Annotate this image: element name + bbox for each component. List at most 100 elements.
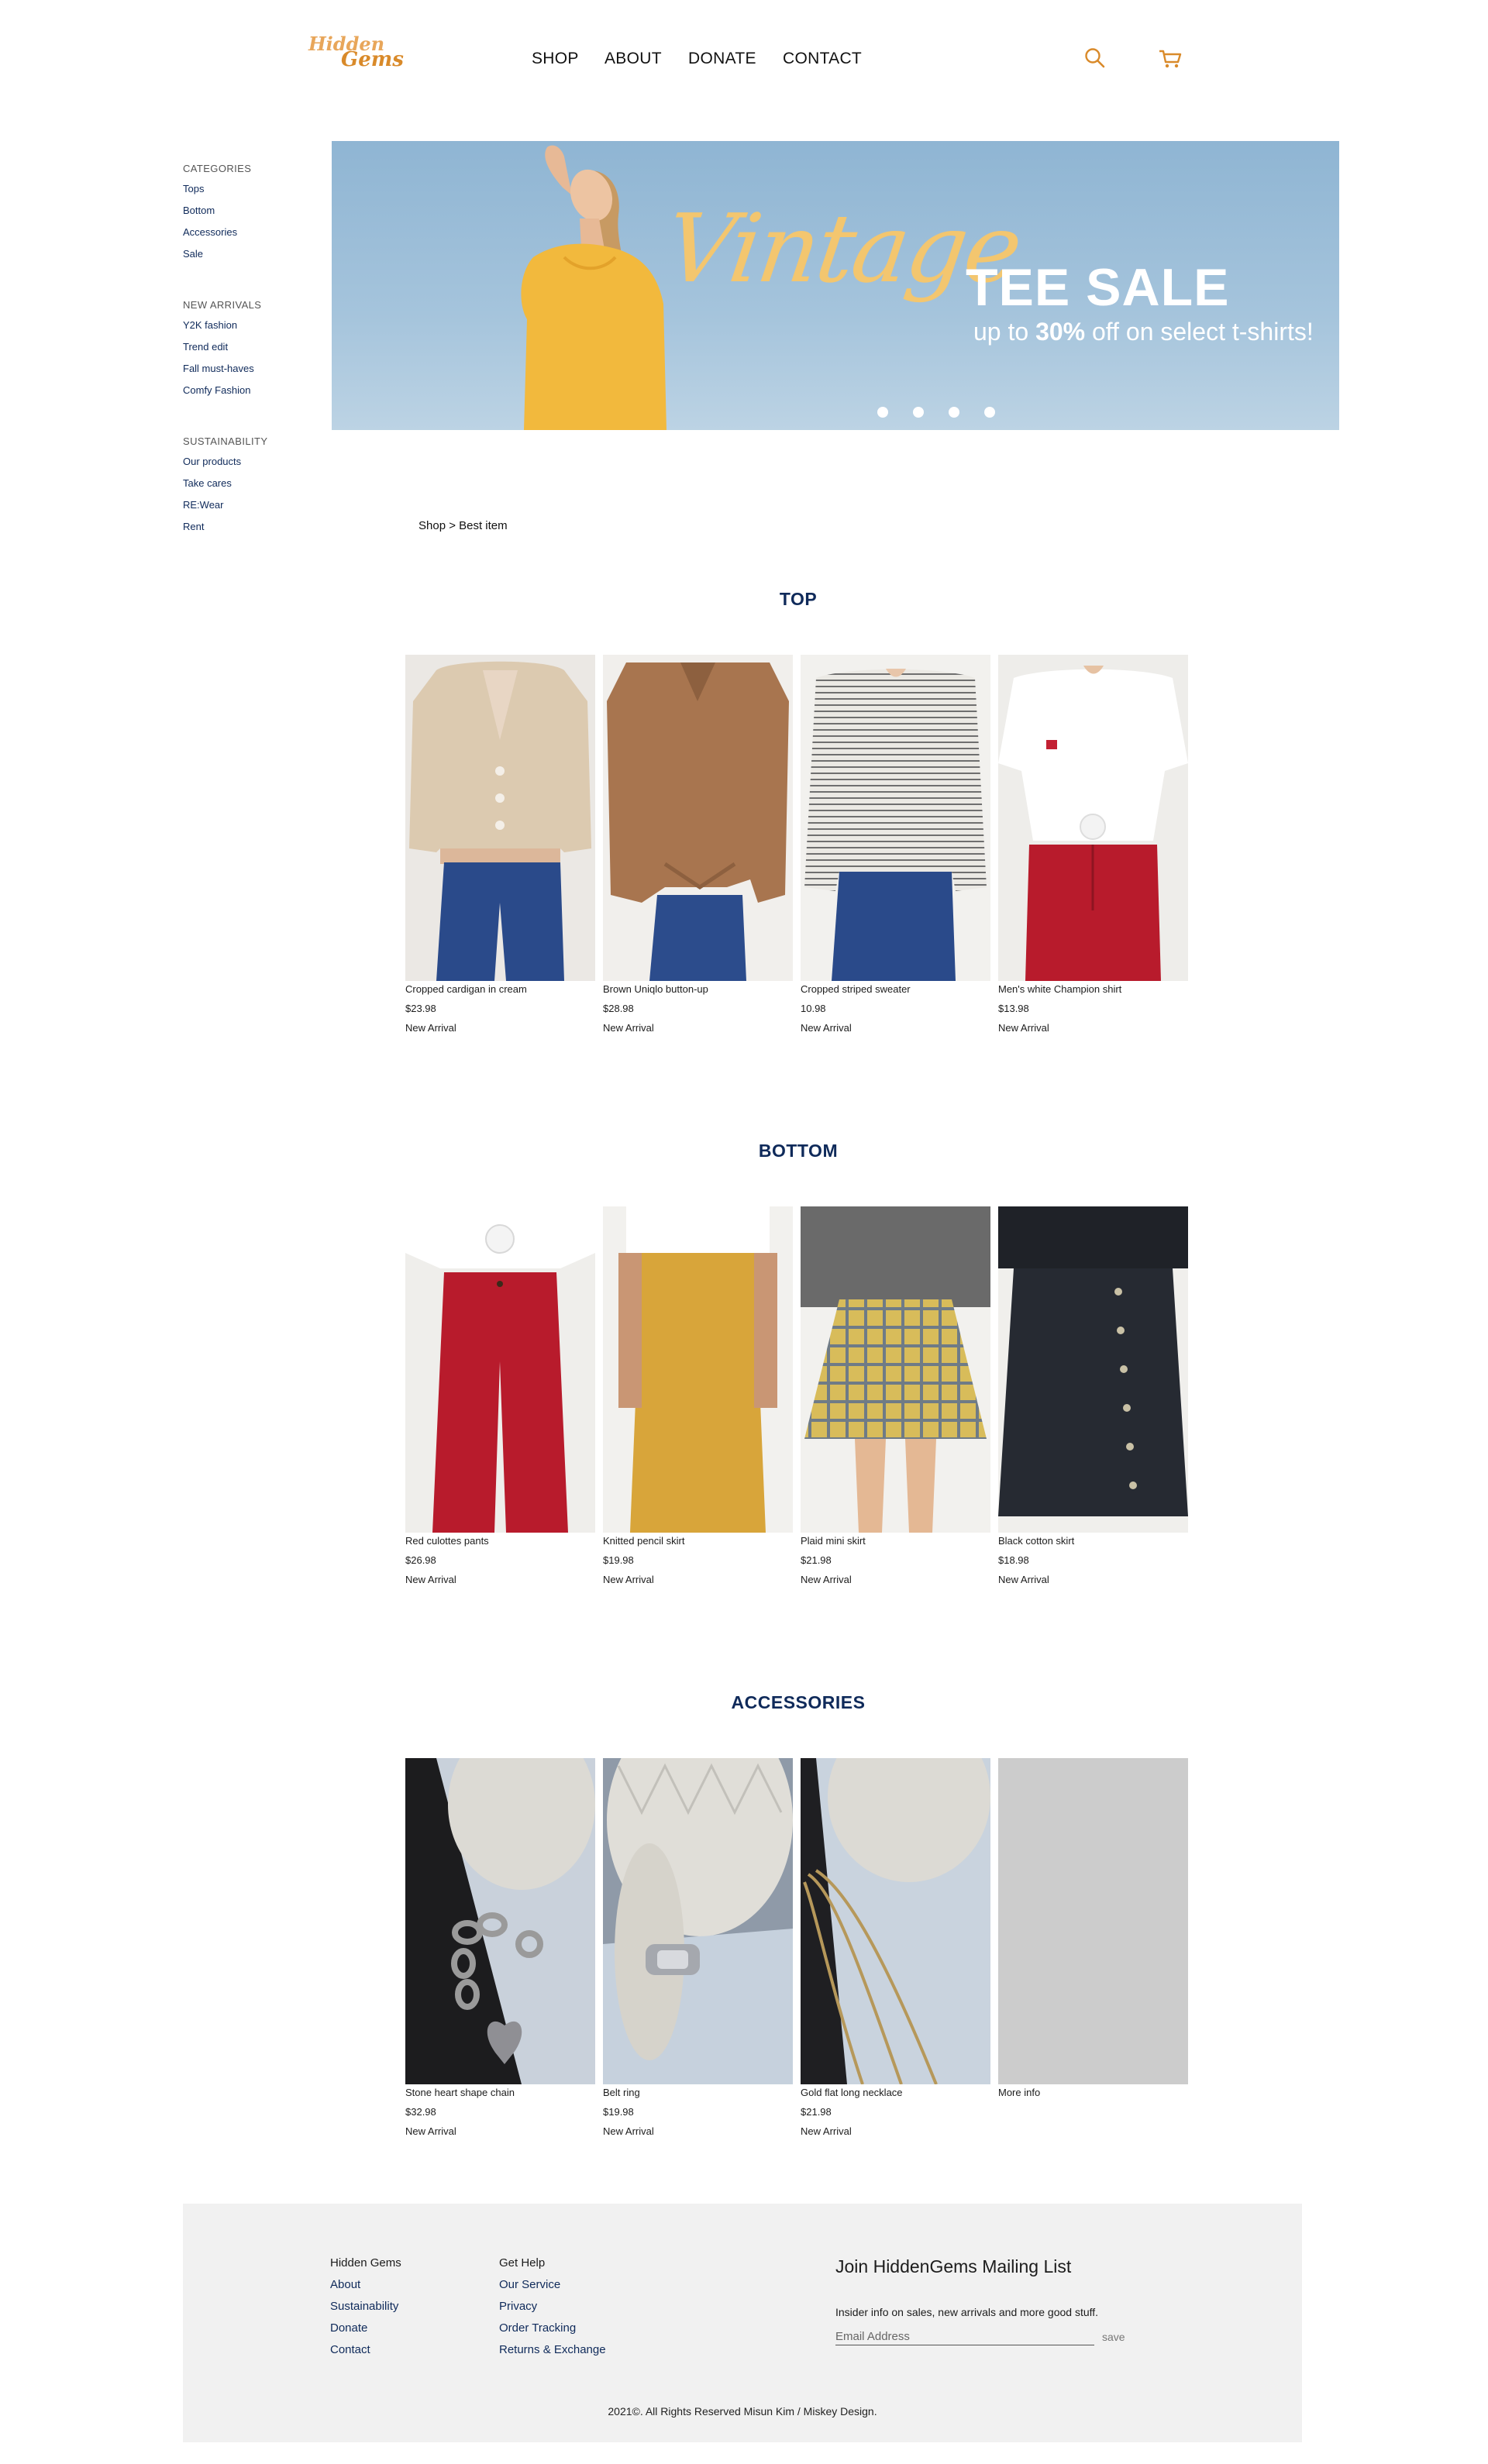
save-button[interactable]: save [1102, 2331, 1125, 2343]
nav-contact[interactable]: CONTACT [783, 50, 862, 68]
product-name[interactable]: Gold flat long necklace [801, 2087, 903, 2098]
product-image[interactable] [603, 1758, 793, 2084]
product-image[interactable] [603, 1206, 793, 1533]
product-image[interactable] [603, 655, 793, 981]
section-title-accessories: ACCESSORIES [731, 1692, 866, 1712]
carousel-dot-1[interactable] [877, 407, 888, 418]
banner-subtitle: up to 30% off on select t-shirts! [973, 318, 1314, 346]
product-price: $18.98 [998, 1554, 1029, 1566]
sidebar-sustainability: SUSTAINABILITY Our products Take cares R… [183, 435, 307, 542]
product-tag: New Arrival [603, 2125, 654, 2137]
product-name[interactable]: Black cotton skirt [998, 1535, 1074, 1547]
logo[interactable]: Hidden Gems [308, 35, 404, 82]
footer-link-order-tracking[interactable]: Order Tracking [499, 2321, 606, 2335]
nav-shop[interactable]: SHOP [532, 50, 579, 68]
sidebar-item-fall-must-haves[interactable]: Fall must-haves [183, 363, 307, 375]
product-tag: New Arrival [603, 1574, 654, 1585]
mailing-list-description: Insider info on sales, new arrivals and … [835, 2306, 1099, 2318]
product-price: $26.98 [405, 1554, 436, 1566]
search-icon[interactable] [1083, 46, 1107, 70]
nav-donate[interactable]: DONATE [688, 50, 756, 68]
product-card[interactable]: Men's white Champion shirt $13.98 New Ar… [998, 655, 1188, 1042]
product-tag: New Arrival [603, 1022, 654, 1034]
product-name[interactable]: Plaid mini skirt [801, 1535, 866, 1547]
sidebar-item-trend-edit[interactable]: Trend edit [183, 341, 307, 353]
product-card[interactable]: Belt ring $19.98 New Arrival [603, 1758, 793, 2146]
footer-link-about[interactable]: About [330, 2278, 401, 2291]
sidebar-item-accessories[interactable]: Accessories [183, 226, 307, 239]
sidebar-item-rent[interactable]: Rent [183, 521, 307, 533]
footer-link-contact[interactable]: Contact [330, 2343, 401, 2356]
product-price: $13.98 [998, 1003, 1029, 1014]
product-tag: New Arrival [801, 2125, 852, 2137]
footer-link-returns-exchange[interactable]: Returns & Exchange [499, 2343, 606, 2356]
sidebar-heading-sustainability: SUSTAINABILITY [183, 435, 268, 447]
product-card[interactable]: Black cotton skirt $18.98 New Arrival [998, 1206, 1188, 1594]
footer-link-privacy[interactable]: Privacy [499, 2300, 606, 2313]
sidebar-categories: CATEGORIES Tops Bottom Accessories Sale [183, 163, 307, 270]
carousel-dot-3[interactable] [949, 407, 959, 418]
product-image[interactable] [801, 655, 990, 981]
hero-banner[interactable]: Vintage TEE SALE up to 30% off on select… [332, 141, 1339, 430]
sidebar-item-tops[interactable]: Tops [183, 183, 307, 195]
nav-about[interactable]: ABOUT [604, 50, 662, 68]
product-card[interactable]: Cropped cardigan in cream $23.98 New Arr… [405, 655, 595, 1042]
sidebar-heading-categories: CATEGORIES [183, 163, 252, 174]
logo-line2: Gems [341, 48, 404, 71]
sidebar-item-comfy-fashion[interactable]: Comfy Fashion [183, 384, 307, 397]
product-price: $23.98 [405, 1003, 436, 1014]
sidebar-item-take-cares[interactable]: Take cares [183, 477, 307, 490]
product-tag: New Arrival [801, 1022, 852, 1034]
product-name[interactable]: Cropped cardigan in cream [405, 983, 527, 995]
product-image[interactable] [801, 1206, 990, 1533]
banner-model-image [521, 145, 666, 430]
sidebar-heading-new-arrivals: NEW ARRIVALS [183, 299, 262, 311]
product-image[interactable] [405, 1758, 595, 2084]
product-tag: New Arrival [405, 1574, 456, 1585]
carousel-dot-4[interactable] [984, 407, 995, 418]
product-card[interactable]: Plaid mini skirt $21.98 New Arrival [801, 1206, 990, 1594]
email-field[interactable] [835, 2328, 1094, 2345]
product-name[interactable]: Stone heart shape chain [405, 2087, 515, 2098]
footer: Hidden Gems About Sustainability Donate … [183, 2204, 1302, 2442]
product-image[interactable] [405, 655, 595, 981]
footer-heading-get-help: Get Help [499, 2256, 546, 2270]
sidebar-item-y2k-fashion[interactable]: Y2K fashion [183, 319, 307, 332]
product-name[interactable]: Brown Uniqlo button-up [603, 983, 708, 995]
product-card[interactable]: Brown Uniqlo button-up $28.98 New Arriva… [603, 655, 793, 1042]
product-tag: New Arrival [405, 2125, 456, 2137]
product-name[interactable]: Belt ring [603, 2087, 640, 2098]
product-name[interactable]: Red culottes pants [405, 1535, 489, 1547]
more-info-card[interactable]: More info [998, 1758, 1188, 2146]
sidebar-item-our-products[interactable]: Our products [183, 456, 307, 468]
product-card[interactable]: Stone heart shape chain $32.98 New Arriv… [405, 1758, 595, 2146]
sidebar-item-sale[interactable]: Sale [183, 248, 307, 260]
carousel-dot-2[interactable] [913, 407, 924, 418]
product-name[interactable]: Men's white Champion shirt [998, 983, 1121, 995]
product-price: $19.98 [603, 1554, 634, 1566]
product-image[interactable] [801, 1758, 990, 2084]
sidebar-new-arrivals: NEW ARRIVALS Y2K fashion Trend edit Fall… [183, 299, 307, 406]
product-card[interactable]: Gold flat long necklace $21.98 New Arriv… [801, 1758, 990, 2146]
product-tag: New Arrival [405, 1022, 456, 1034]
breadcrumb[interactable]: Shop > Best item [418, 519, 508, 532]
product-image[interactable] [998, 1206, 1188, 1533]
cart-icon[interactable] [1158, 48, 1183, 70]
product-card[interactable]: Cropped striped sweater 10.98 New Arriva… [801, 655, 990, 1042]
product-image[interactable] [405, 1206, 595, 1533]
footer-link-our-service[interactable]: Our Service [499, 2278, 606, 2291]
product-name[interactable]: Knitted pencil skirt [603, 1535, 685, 1547]
product-image[interactable] [998, 655, 1188, 981]
placeholder-image[interactable] [998, 1758, 1188, 2084]
sidebar-item-rewear[interactable]: RE:Wear [183, 499, 307, 511]
section-title-bottom: BOTTOM [758, 1141, 839, 1161]
footer-col-get-help: Get Help Our Service Privacy Order Track… [499, 2256, 606, 2365]
product-card[interactable]: Red culottes pants $26.98 New Arrival [405, 1206, 595, 1594]
product-name[interactable]: Cropped striped sweater [801, 983, 911, 995]
product-card[interactable]: Knitted pencil skirt $19.98 New Arrival [603, 1206, 793, 1594]
footer-link-donate[interactable]: Donate [330, 2321, 401, 2335]
footer-link-sustainability[interactable]: Sustainability [330, 2300, 401, 2313]
mailing-list-title: Join HiddenGems Mailing List [835, 2256, 1072, 2276]
sidebar-item-bottom[interactable]: Bottom [183, 205, 307, 217]
more-info-label[interactable]: More info [998, 2087, 1040, 2098]
